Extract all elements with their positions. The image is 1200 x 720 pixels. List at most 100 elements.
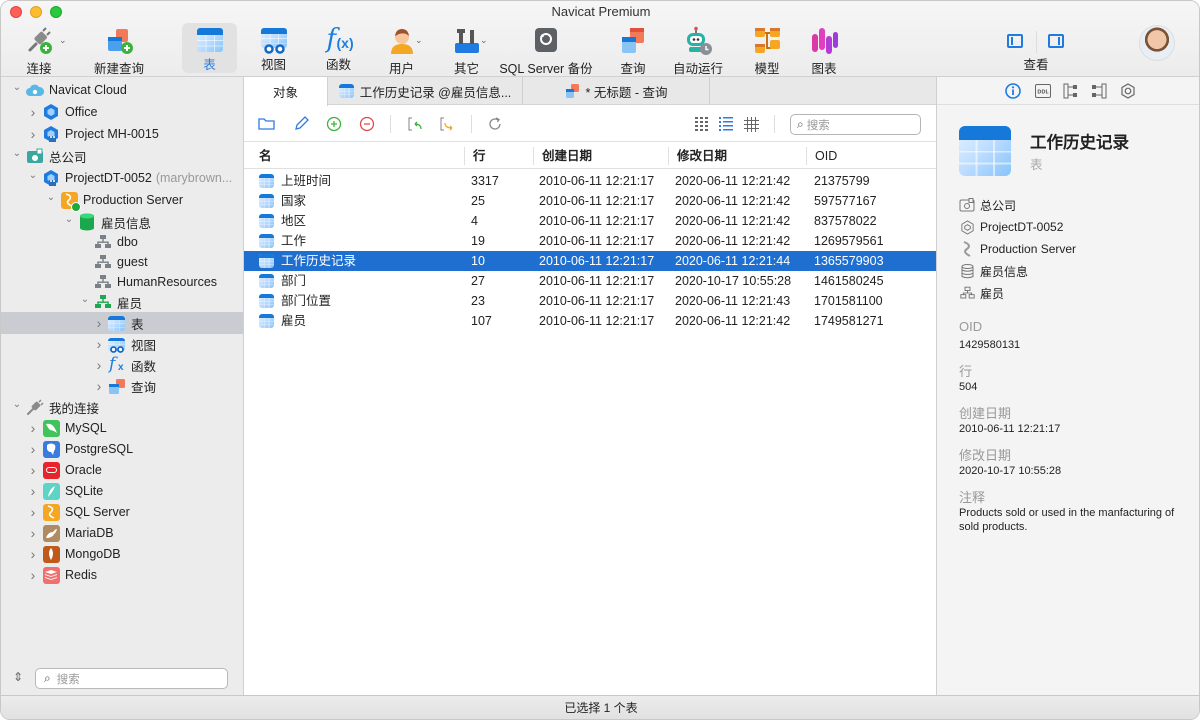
toolbar-table-button[interactable]: 表 — [182, 23, 237, 73]
chevron-down-icon[interactable]: ⌄ — [27, 170, 39, 181]
chevron-down-icon[interactable]: ⌄ — [79, 294, 91, 305]
toolbar-automation-button[interactable]: 自动运行 — [669, 23, 727, 76]
add-circle-icon[interactable] — [324, 115, 344, 133]
chevron-down-icon[interactable]: ⌄ — [11, 148, 23, 159]
chevron-right-icon[interactable]: › — [27, 546, 39, 562]
column-header-modified[interactable]: 修改日期 — [668, 147, 806, 165]
toolbar-backup-button[interactable]: SQL Server 备份 — [499, 23, 593, 76]
sidebar-item-label: MongoDB — [65, 547, 121, 561]
table-row[interactable]: 国家 25 2010-06-11 12:21:17 2020-06-11 12:21:… — [244, 191, 936, 211]
chevron-right-icon[interactable]: › — [93, 315, 105, 331]
toolbar-chart-button[interactable]: 图表 — [803, 23, 845, 76]
references-icon[interactable] — [1090, 82, 1108, 100]
chevron-right-icon[interactable]: › — [27, 420, 39, 436]
ddl-icon[interactable]: DDL — [1034, 82, 1052, 100]
chevron-right-icon[interactable]: › — [93, 378, 105, 394]
sidebar-item-0[interactable]: ⌄ Navicat Cloud — [1, 79, 243, 101]
dependencies-icon[interactable] — [1062, 82, 1080, 100]
column-header-rows[interactable]: 行 — [464, 147, 533, 165]
chevron-down-icon[interactable]: ⌄ — [11, 399, 23, 410]
tab-objects[interactable]: 对象 — [244, 77, 328, 106]
chevron-right-icon[interactable]: › — [93, 357, 105, 373]
chevron-right-icon[interactable]: › — [27, 525, 39, 541]
oracle-icon — [42, 461, 60, 479]
edit-pencil-icon[interactable] — [291, 115, 311, 133]
sidebar-item-20[interactable]: › SQL Server — [1, 501, 243, 523]
sidebar-item-16[interactable]: › MySQL — [1, 417, 243, 439]
table-row[interactable]: 工作 19 2010-06-11 12:21:17 2020-06-11 12:21:… — [244, 231, 936, 251]
sidebar-item-9[interactable]: HumanResources — [1, 271, 243, 293]
column-header-oid[interactable]: OID — [806, 147, 936, 165]
sidebar-search-input[interactable]: ⌕ 搜索 — [35, 668, 228, 689]
chevron-right-icon[interactable]: › — [27, 441, 39, 457]
sort-toggle-icon[interactable]: ⇕ — [13, 670, 23, 684]
info-path-label: ProjectDT-0052 — [980, 220, 1064, 234]
chevron-right-icon[interactable]: › — [27, 462, 39, 478]
toggle-left-panel-button[interactable] — [1007, 34, 1023, 48]
sidebar-item-23[interactable]: › Redis — [1, 564, 243, 586]
info-icon[interactable] — [1004, 82, 1022, 100]
user-avatar[interactable] — [1139, 25, 1175, 61]
chevron-right-icon[interactable]: › — [27, 567, 39, 583]
toolbar-view-button[interactable]: 视图 — [251, 23, 296, 73]
sidebar-item-1[interactable]: › Office — [1, 101, 243, 123]
column-header-name[interactable]: 名 — [244, 147, 464, 165]
sidebar-item-21[interactable]: › MariaDB — [1, 522, 243, 544]
remove-circle-icon[interactable] — [357, 115, 377, 133]
sidebar-item-18[interactable]: › Oracle — [1, 459, 243, 481]
open-folder-icon[interactable] — [257, 115, 277, 133]
table-row[interactable]: 工作历史记录 10 2010-06-11 12:21:17 2020-06-11 12… — [244, 251, 936, 271]
toolbar-model-button[interactable]: 模型 — [746, 23, 788, 76]
sidebar-item-2[interactable]: › Project MH-0015 — [1, 123, 243, 145]
sidebar-item-19[interactable]: › SQLite — [1, 480, 243, 502]
sidebar-item-4[interactable]: ⌄ ProjectDT-0052 (marybrown... — [1, 167, 243, 189]
table-row[interactable]: 上班时间 3317 2010-06-11 12:21:17 2020-06-11 12… — [244, 171, 936, 191]
chevron-right-icon[interactable]: › — [93, 336, 105, 352]
sidebar-item-17[interactable]: › PostgreSQL — [1, 438, 243, 460]
object-search-input[interactable]: ⌕ 搜索 — [790, 114, 921, 135]
toolbar-connect-button[interactable]: ⌄ 连接 — [15, 23, 67, 76]
toolbar-query-button[interactable]: 查询 — [612, 23, 654, 76]
tab-table-work-history[interactable]: 工作历史记录 @雇员信息... — [328, 77, 523, 105]
chevron-down-icon[interactable]: ⌄ — [45, 192, 57, 203]
chevron-down-icon[interactable]: ⌄ — [11, 82, 23, 93]
hexagon-settings-icon[interactable] — [1119, 82, 1137, 100]
list-view-icon[interactable] — [716, 115, 736, 133]
refresh-icon[interactable] — [485, 115, 505, 133]
toolbar-backup-label: SQL Server 备份 — [499, 62, 593, 76]
info-title: 工作历史记录 — [1030, 134, 1129, 152]
sidebar-item-13[interactable]: › f x 函数 — [1, 354, 243, 376]
sidebar-item-7[interactable]: dbo — [1, 231, 243, 253]
toolbar-new-query-button[interactable]: 新建查询 — [89, 23, 149, 76]
table-row[interactable]: 部门 27 2010-06-11 12:21:17 2020-10-17 10:55:… — [244, 271, 936, 291]
chevron-right-icon[interactable]: › — [27, 104, 39, 120]
sidebar-item-11[interactable]: › 表 — [1, 312, 243, 334]
sidebar-item-12[interactable]: › 视图 — [1, 333, 243, 355]
sidebar-item-5[interactable]: ⌄ Production Server — [1, 189, 243, 212]
table-row[interactable]: 部门位置 23 2010-06-11 12:21:17 2020-06-11 12:2… — [244, 291, 936, 311]
sidebar-item-10[interactable]: ⌄ 雇员 — [1, 291, 243, 313]
toggle-right-panel-button[interactable] — [1048, 34, 1064, 48]
grid-view-icon[interactable] — [692, 115, 712, 133]
sidebar-item-14[interactable]: › 查询 — [1, 375, 243, 397]
tab-untitled-query[interactable]: * 无标题 - 查询 — [523, 77, 710, 105]
sidebar-item-3[interactable]: ⌄ 总公司 — [1, 145, 243, 167]
table-row[interactable]: 雇员 107 2010-06-11 12:21:17 2020-06-11 12:21… — [244, 311, 936, 331]
sidebar-item-6[interactable]: ⌄ 雇员信息 — [1, 211, 243, 233]
schema-icon — [959, 285, 975, 301]
sidebar-item-15[interactable]: ⌄ 我的连接 — [1, 396, 243, 418]
chevron-down-icon[interactable]: ⌄ — [63, 214, 75, 225]
chevron-right-icon[interactable]: › — [27, 504, 39, 520]
import-icon[interactable] — [405, 115, 425, 133]
toolbar-function-button[interactable]: f (x) 函数 — [316, 23, 361, 73]
toolbar-user-button[interactable]: ⌄ 用户 — [379, 23, 424, 76]
chevron-right-icon[interactable]: › — [27, 483, 39, 499]
export-icon[interactable] — [437, 115, 457, 133]
table-row[interactable]: 地区 4 2010-06-11 12:21:17 2020-06-11 12:21:4… — [244, 211, 936, 231]
sidebar-item-22[interactable]: › MongoDB — [1, 543, 243, 565]
sidebar-item-8[interactable]: guest — [1, 251, 243, 273]
detail-view-icon[interactable] — [741, 115, 761, 133]
chevron-right-icon[interactable]: › — [27, 126, 39, 142]
column-header-created[interactable]: 创建日期 — [533, 147, 668, 165]
toolbar-other-button[interactable]: ⌄ 其它 — [444, 23, 489, 76]
